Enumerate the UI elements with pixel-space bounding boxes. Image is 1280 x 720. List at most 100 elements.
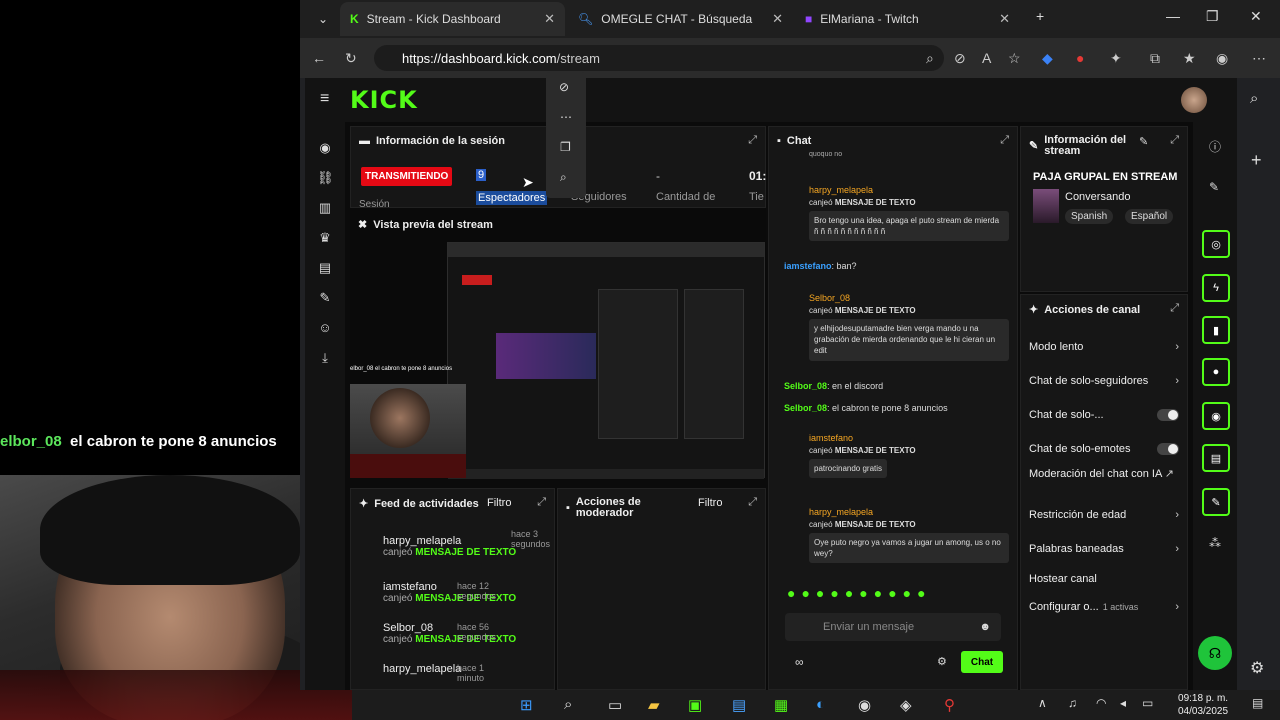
rail-button-live[interactable]: ◉ xyxy=(1202,402,1230,430)
battery-icon[interactable]: ▭ xyxy=(1142,696,1153,710)
expand-icon[interactable]: ⤢ xyxy=(1170,134,1179,147)
hamburger-menu-icon[interactable]: ≡ xyxy=(320,90,329,108)
tab-omegle-search[interactable]: 🔍︎ OMEGLE CHAT - Búsqueda ✕ xyxy=(568,2,793,36)
wifi-icon[interactable]: ◠ xyxy=(1096,696,1106,710)
tools-nav-icon[interactable]: ✎ xyxy=(317,290,333,306)
obs-icon[interactable]: ◉ xyxy=(858,696,871,714)
task-view-icon[interactable]: ▭ xyxy=(608,696,622,714)
pencil-icon[interactable]: ✎ xyxy=(1209,180,1219,194)
link-nav-icon[interactable]: ⛓ xyxy=(317,170,334,186)
action-ai-moderation[interactable]: Moderación del chat con IA ↗ xyxy=(1029,468,1174,481)
settings-gear-icon[interactable]: ⚙ xyxy=(1250,658,1264,678)
action-configure[interactable]: Configurar o... 1 activas › xyxy=(1029,601,1179,613)
app-icon[interactable]: ▤ xyxy=(732,696,746,714)
more-menu-icon[interactable]: ⋯ xyxy=(1252,50,1266,67)
expand-icon[interactable]: ⤢ xyxy=(748,134,757,147)
chat-user: Selbor_08 xyxy=(784,381,828,391)
search-icon[interactable]: ⌕ xyxy=(564,696,572,713)
read-aloud-icon[interactable]: A xyxy=(982,50,991,66)
close-icon[interactable]: ✕ xyxy=(544,11,555,27)
toggle-switch[interactable] xyxy=(1157,409,1179,421)
file-explorer-icon[interactable]: ▰ xyxy=(648,696,660,714)
rail-button-tools[interactable]: ✎ xyxy=(1202,488,1230,516)
toggle-switch[interactable] xyxy=(1157,443,1179,455)
rail-button-media[interactable]: ▤ xyxy=(1202,444,1230,472)
expand-icon[interactable]: ⤢ xyxy=(748,496,757,509)
emoji-icon[interactable]: ☻ xyxy=(979,621,991,633)
kick-logo[interactable]: KICK xyxy=(350,86,418,114)
chat-input[interactable]: Enviar un mensaje ☻ xyxy=(785,613,1001,641)
edit-icon[interactable]: ✎ xyxy=(1139,135,1148,148)
analytics-nav-icon[interactable]: ▥ xyxy=(317,200,333,216)
favorite-star-icon[interactable]: ☆ xyxy=(1008,50,1021,67)
extension-red-icon[interactable]: ● xyxy=(1076,50,1084,66)
volume-icon[interactable]: ◂ xyxy=(1120,696,1126,710)
favorites-icon[interactable]: ★ xyxy=(1183,50,1196,67)
chat-settings-icon[interactable]: ⚙ xyxy=(937,655,947,668)
tab-actions-button[interactable]: ⌄ xyxy=(308,2,338,36)
map-pin-icon[interactable]: ⚲ xyxy=(944,696,955,714)
profile-avatar[interactable]: ◉ xyxy=(1216,50,1228,67)
zoom-icon[interactable]: ⌕ xyxy=(926,50,934,67)
help-chat-button[interactable]: ☊ xyxy=(1198,636,1232,670)
action-subs-only[interactable]: Chat de solo-... xyxy=(1029,409,1179,421)
notifications-icon[interactable]: ▤ xyxy=(1252,696,1263,710)
url-field[interactable]: https://dashboard.kick.com/stream xyxy=(374,45,944,71)
minimize-button[interactable]: — xyxy=(1166,8,1180,24)
feed-filter-button[interactable]: Filtro xyxy=(487,497,511,509)
back-arrow-icon[interactable]: ← xyxy=(312,50,326,66)
trophy-nav-icon[interactable]: ♛ xyxy=(317,230,333,246)
mod-filter-button[interactable]: Filtro xyxy=(698,497,722,509)
action-banned-words[interactable]: Palabras baneadas › xyxy=(1029,543,1179,555)
users-nav-icon[interactable]: ☺ xyxy=(317,320,333,336)
tab-twitch[interactable]: ■ ElMariana - Twitch ✕ xyxy=(795,2,1020,36)
action-emotes-only[interactable]: Chat de solo-emotes xyxy=(1029,443,1179,455)
microphone-icon[interactable]: ♫ xyxy=(1068,696,1077,710)
close-window-button[interactable]: ✕ xyxy=(1250,8,1262,25)
infinity-icon[interactable]: ∞ xyxy=(795,655,804,669)
search-icon[interactable]: ⌕ xyxy=(1250,90,1258,107)
clock[interactable]: 09:18 p. m. 04/03/2025 xyxy=(1178,692,1228,718)
media-nav-icon[interactable]: ▤ xyxy=(317,260,333,276)
tracking-prevention-icon[interactable]: ⊘ xyxy=(954,50,966,67)
download-nav-icon[interactable]: ⤓ xyxy=(317,350,333,366)
start-menu-icon[interactable]: ⊞ xyxy=(520,696,533,714)
feed-action: canjeó xyxy=(383,547,413,558)
action-age-restriction[interactable]: Restricción de edad › xyxy=(1029,509,1179,521)
app-icon[interactable]: ▦ xyxy=(774,696,788,714)
app-icon[interactable]: ▣ xyxy=(688,696,702,714)
emote-bar[interactable]: ●●●●●●●●●● xyxy=(787,585,932,601)
more-icon[interactable]: ⋯ xyxy=(560,110,572,124)
tray-arrow-icon[interactable]: ∧ xyxy=(1038,696,1047,710)
extension-icon[interactable]: ◆ xyxy=(1042,50,1053,67)
hide-icon[interactable]: ⊘ xyxy=(559,80,569,94)
rail-button-chat[interactable]: ● xyxy=(1202,358,1230,386)
expand-icon[interactable]: ⤢ xyxy=(1000,134,1009,147)
action-host-channel[interactable]: Hostear canal xyxy=(1029,573,1179,585)
rail-button-bolt[interactable]: ϟ xyxy=(1202,274,1230,302)
extensions-puzzle-icon[interactable]: ✦ xyxy=(1110,50,1122,67)
edge-browser-icon[interactable]: ◐ xyxy=(816,696,825,713)
share-icon[interactable]: ⁂ xyxy=(1209,536,1221,550)
rail-button-doc[interactable]: ▮ xyxy=(1202,316,1230,344)
app-icon[interactable]: ◈ xyxy=(900,696,912,714)
split-screen-icon[interactable]: ⧉ xyxy=(1150,50,1160,67)
copy-icon[interactable]: ❐ xyxy=(560,140,571,154)
user-avatar[interactable] xyxy=(1181,87,1207,113)
refresh-icon[interactable]: ↻ xyxy=(345,50,357,67)
new-tab-button[interactable]: + xyxy=(1036,8,1044,24)
expand-icon[interactable]: ⤢ xyxy=(537,496,546,509)
add-icon[interactable]: + xyxy=(1251,150,1262,171)
maximize-button[interactable]: ❐ xyxy=(1206,8,1219,25)
action-followers-only[interactable]: Chat de solo-seguidores › xyxy=(1029,375,1179,387)
action-slow-mode[interactable]: Modo lento › xyxy=(1029,341,1179,353)
stream-nav-icon[interactable]: ◉ xyxy=(317,140,333,156)
search-icon[interactable]: ⌕ xyxy=(560,170,567,185)
expand-icon[interactable]: ⤢ xyxy=(1170,302,1179,315)
close-icon[interactable]: ✕ xyxy=(772,11,783,27)
tab-kick-dashboard[interactable]: K Stream - Kick Dashboard ✕ xyxy=(340,2,565,36)
info-circle-icon[interactable]: ⓘ xyxy=(1209,138,1221,155)
close-icon[interactable]: ✕ xyxy=(999,11,1010,27)
chat-send-button[interactable]: Chat xyxy=(961,651,1003,673)
rail-button-camera[interactable]: ◎ xyxy=(1202,230,1230,258)
